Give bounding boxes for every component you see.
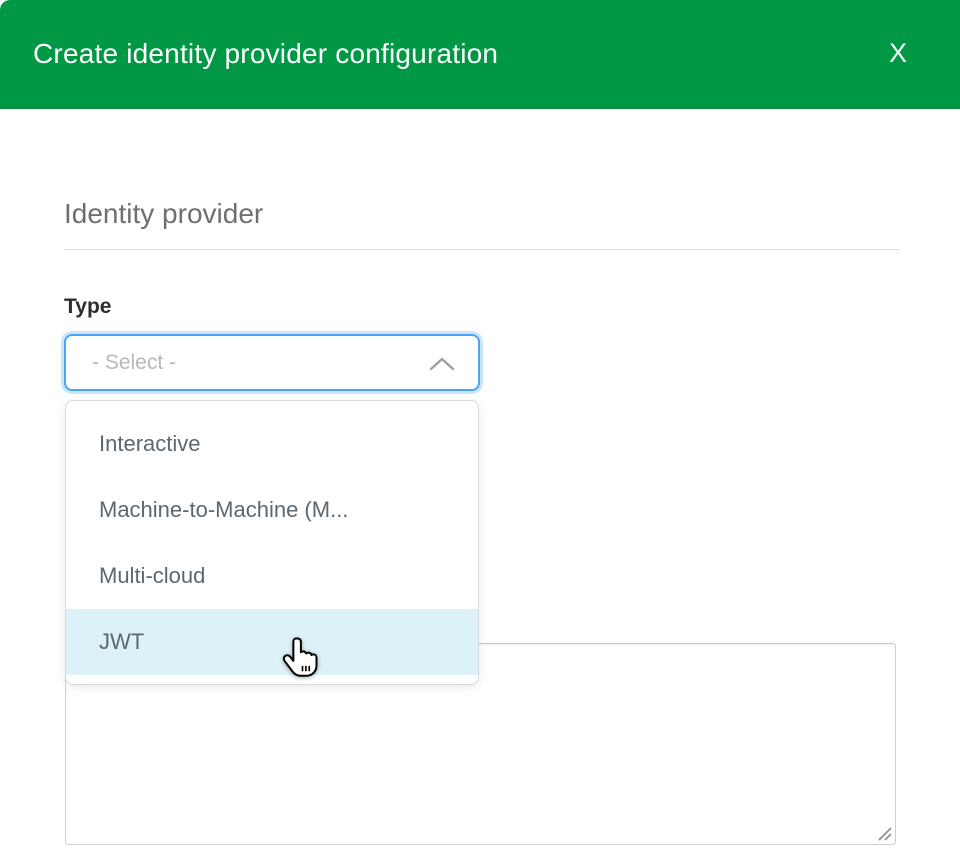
chevron-up-icon	[429, 357, 455, 371]
dropdown-option[interactable]: Interactive	[66, 411, 478, 477]
section-heading: Identity provider	[64, 198, 263, 230]
type-select-placeholder: - Select -	[92, 351, 478, 375]
close-icon: X	[889, 38, 907, 69]
dropdown-option[interactable]: JWT	[66, 609, 478, 675]
section-divider	[64, 249, 900, 250]
dropdown-option[interactable]: Multi-cloud	[66, 543, 478, 609]
type-select[interactable]: - Select -	[64, 334, 480, 391]
modal-header: Create identity provider configuration X	[0, 0, 960, 109]
close-button[interactable]: X	[876, 0, 920, 107]
type-field-label: Type	[64, 295, 111, 319]
modal-title: Create identity provider configuration	[33, 0, 498, 107]
type-select-dropdown: Interactive Machine-to-Machine (M... Mul…	[65, 400, 479, 685]
dropdown-option[interactable]: Machine-to-Machine (M...	[66, 477, 478, 543]
